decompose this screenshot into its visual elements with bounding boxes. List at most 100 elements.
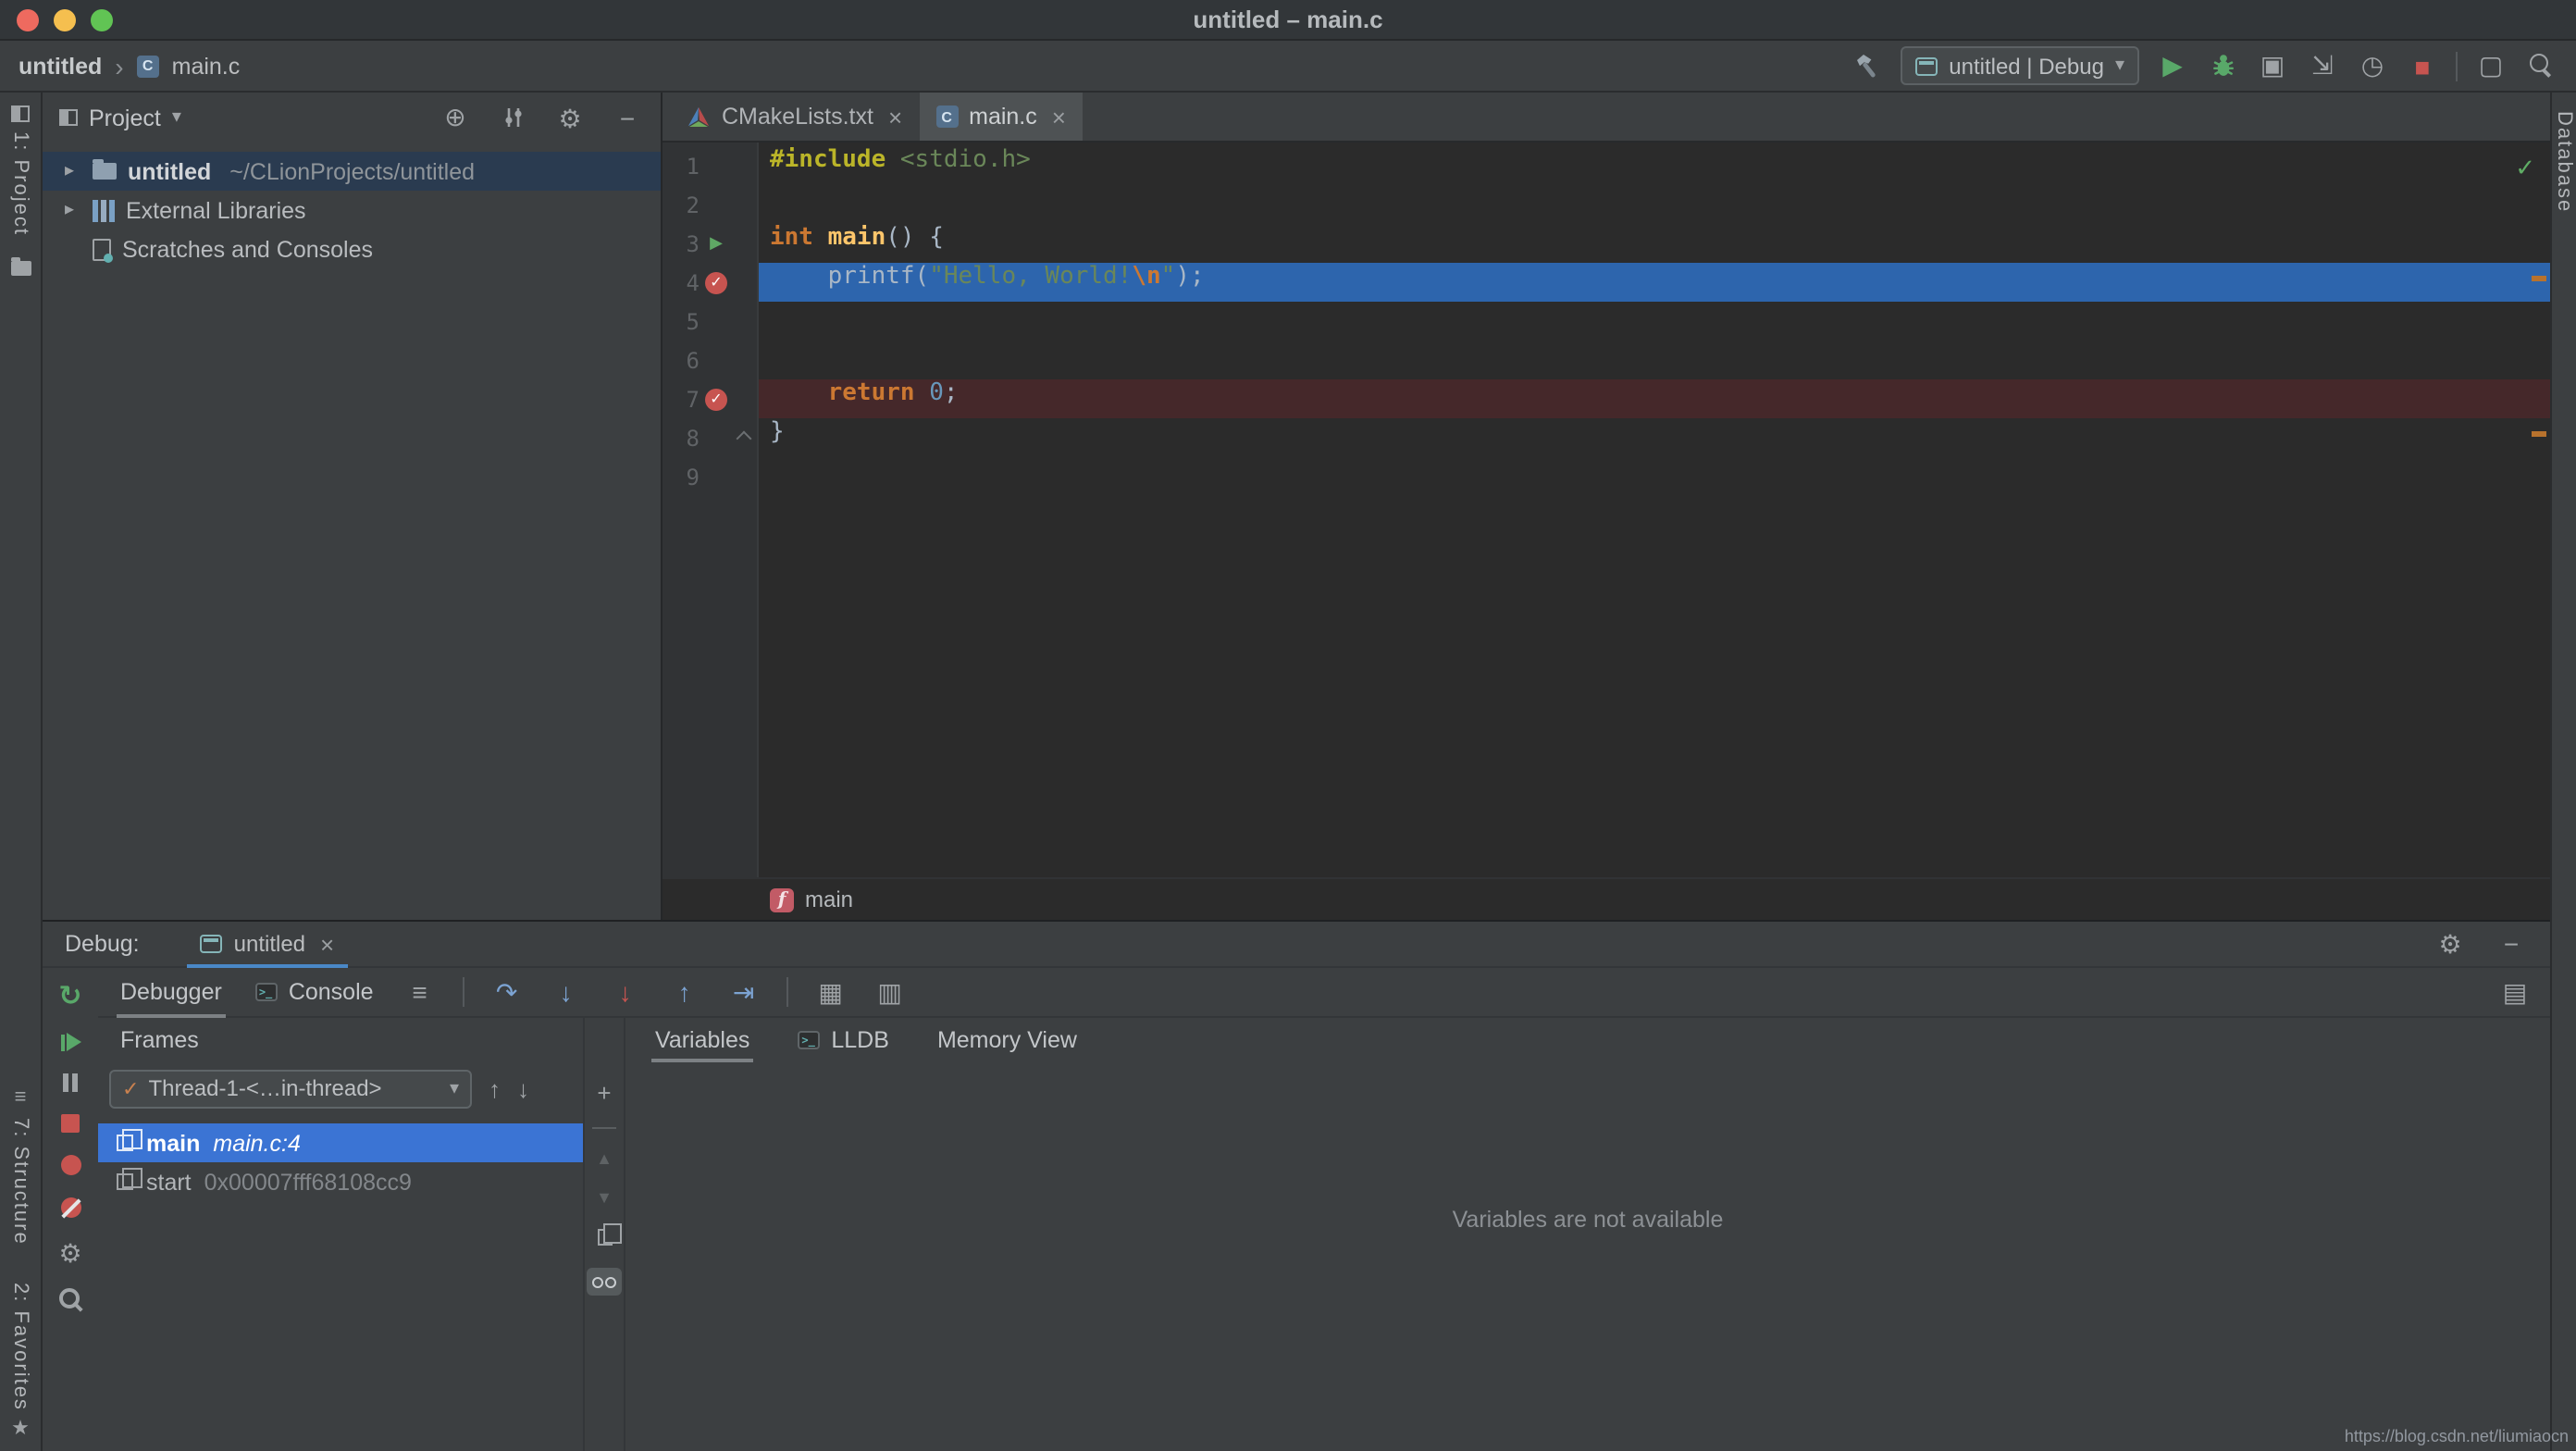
stripe-button-database[interactable]: Database — [2553, 111, 2575, 1451]
stop-button[interactable]: ■ — [2406, 47, 2439, 84]
breadcrumb-file[interactable]: main.c — [172, 53, 241, 79]
gutter-row[interactable]: 6 — [663, 341, 757, 379]
pin-tab-button[interactable] — [59, 1288, 81, 1312]
step-over-button[interactable]: ↷ — [490, 974, 524, 1011]
folder-stripe-icon[interactable] — [10, 257, 31, 277]
code-area[interactable]: #include <stdio.h> int main() { printf("… — [759, 143, 2550, 877]
code-line[interactable]: } — [759, 418, 2550, 457]
tab-cmakelists[interactable]: CMakeLists.txt × — [670, 93, 919, 141]
gutter-row[interactable]: 3 ▶ — [663, 224, 757, 263]
evaluate-expression-button[interactable]: ▦ — [814, 974, 848, 1011]
code-line[interactable] — [759, 457, 2550, 496]
code-line-execution-point[interactable]: printf("Hello, World!\n"); — [759, 263, 2550, 302]
gutter-row[interactable]: 7 ✓ — [663, 379, 757, 418]
gutter-row[interactable]: 2 — [663, 185, 757, 224]
tab-lldb[interactable]: >_ LLDB — [794, 1018, 893, 1062]
gutter-row[interactable]: 9 — [663, 457, 757, 496]
duplicate-watch-button[interactable] — [597, 1223, 621, 1246]
gutter-row[interactable]: 5 — [663, 302, 757, 341]
view-options-button[interactable] — [496, 99, 529, 136]
build-button[interactable] — [1851, 47, 1884, 84]
stripe-button-favorites[interactable]: 2: Favorites ★ — [0, 1282, 41, 1440]
tab-debugger[interactable]: Debugger — [117, 967, 226, 1017]
show-watches-button[interactable] — [587, 1268, 622, 1296]
close-icon[interactable]: × — [320, 930, 334, 958]
project-settings-button[interactable]: ⚙ — [553, 99, 587, 136]
thread-selector[interactable]: ✓ Thread-1-<…in-thread> ▾ — [109, 1069, 472, 1108]
gutter-row[interactable]: 8 — [663, 418, 757, 457]
add-watch-button[interactable]: + — [597, 1081, 611, 1105]
code-line[interactable] — [759, 302, 2550, 341]
line-number: 4 — [686, 269, 700, 295]
code-line[interactable] — [759, 185, 2550, 224]
step-into-button[interactable]: ↓ — [550, 974, 583, 1011]
mute-breakpoints-button[interactable] — [60, 1197, 80, 1218]
zoom-window-button[interactable] — [91, 9, 113, 31]
tab-console[interactable]: >_ Console — [252, 967, 378, 1017]
close-window-button[interactable] — [17, 9, 39, 31]
run-to-cursor-button[interactable]: ⇥ — [727, 974, 761, 1011]
attach-button[interactable]: ⇲ — [2306, 47, 2339, 84]
editor-tabbar: CMakeLists.txt × C main.c × — [663, 93, 2550, 143]
code-line-breakpoint[interactable]: return 0; — [759, 379, 2550, 418]
layout-settings-button[interactable]: ≡ — [403, 974, 437, 1011]
pause-button[interactable] — [63, 1073, 78, 1092]
search-everywhere-button[interactable] — [2524, 47, 2557, 84]
tree-row-scratches[interactable]: Scratches and Consoles — [43, 229, 661, 268]
frame-row-main[interactable]: main main.c:4 — [98, 1123, 583, 1162]
code-line[interactable] — [759, 341, 2550, 379]
stripe-button-project[interactable]: 1: Project — [0, 105, 41, 236]
move-watch-down-button[interactable]: ▼ — [596, 1189, 613, 1207]
profiler-button[interactable]: ◷ — [2356, 47, 2389, 84]
previous-frame-button[interactable]: ↑ — [489, 1074, 501, 1102]
code-line[interactable]: int main() { — [759, 224, 2550, 263]
coverage-button[interactable]: ▣ — [2256, 47, 2289, 84]
locate-file-button[interactable]: ⊕ — [439, 99, 472, 136]
hide-panel-button[interactable]: − — [611, 99, 644, 136]
breakpoint-icon[interactable]: ✓ — [705, 388, 727, 410]
view-breakpoints-button[interactable] — [60, 1155, 80, 1175]
close-icon[interactable]: × — [1052, 103, 1066, 130]
chevron-expand-icon[interactable]: ▸ — [65, 200, 81, 220]
debug-settings-button[interactable]: ⚙ — [2434, 925, 2467, 962]
minimize-window-button[interactable] — [54, 9, 76, 31]
step-out-button[interactable]: ↑ — [668, 974, 701, 1011]
breadcrumb-project[interactable]: untitled — [19, 53, 102, 79]
tab-variables[interactable]: Variables — [651, 1018, 754, 1062]
breadcrumb-function[interactable]: main — [805, 887, 853, 912]
frame-row-start[interactable]: start 0x00007fff68108cc9 — [98, 1162, 583, 1201]
resume-button[interactable] — [60, 1033, 80, 1051]
tree-row-project-root[interactable]: ▸ untitled ~/CLionProjects/untitled — [43, 152, 661, 191]
window-layout-button[interactable]: ▢ — [2474, 47, 2508, 84]
run-button[interactable]: ▶ — [2156, 47, 2189, 84]
close-icon[interactable]: × — [888, 103, 902, 130]
rerun-button[interactable]: ↻ — [58, 983, 81, 1011]
debug-button[interactable] — [2206, 47, 2239, 84]
tree-row-external-libraries[interactable]: ▸ External Libraries — [43, 191, 661, 229]
move-watch-up-button[interactable]: ▲ — [596, 1150, 613, 1168]
run-main-gutter-icon[interactable]: ▶ — [710, 233, 723, 254]
stop-debug-button[interactable] — [61, 1114, 80, 1133]
chevron-expand-icon[interactable]: ▸ — [65, 161, 81, 181]
tab-memory-view[interactable]: Memory View — [934, 1018, 1081, 1062]
inspections-ok-icon[interactable]: ✓ — [2515, 154, 2535, 183]
restore-layout-button[interactable]: ▤ — [2498, 974, 2532, 1011]
next-frame-button[interactable]: ↓ — [517, 1074, 529, 1102]
chevron-down-icon[interactable]: ▾ — [172, 107, 181, 128]
hide-debug-panel-button[interactable]: − — [2495, 925, 2528, 962]
gutter-row[interactable]: 4 ✓ — [663, 263, 757, 302]
debugger-settings-button[interactable]: ⚙ — [58, 1240, 81, 1266]
table-view-button[interactable]: ▥ — [873, 974, 907, 1011]
error-stripe-mark[interactable] — [2532, 276, 2546, 281]
tab-mainc[interactable]: C main.c × — [919, 93, 1083, 141]
run-config-select[interactable]: untitled | Debug ▾ — [1901, 46, 2139, 85]
code-line[interactable]: #include <stdio.h> — [759, 146, 2550, 185]
fold-icon[interactable] — [736, 429, 752, 446]
error-stripe-mark[interactable] — [2532, 431, 2546, 437]
force-step-into-button[interactable]: ↓ — [609, 974, 642, 1011]
breakpoint-icon[interactable]: ✓ — [705, 271, 727, 293]
debug-session-tab[interactable]: untitled × — [187, 921, 348, 967]
project-panel-title[interactable]: Project — [89, 105, 161, 130]
stripe-button-structure[interactable]: ≡ 7: Structure — [0, 1086, 41, 1245]
gutter-row[interactable]: 1 — [663, 146, 757, 185]
